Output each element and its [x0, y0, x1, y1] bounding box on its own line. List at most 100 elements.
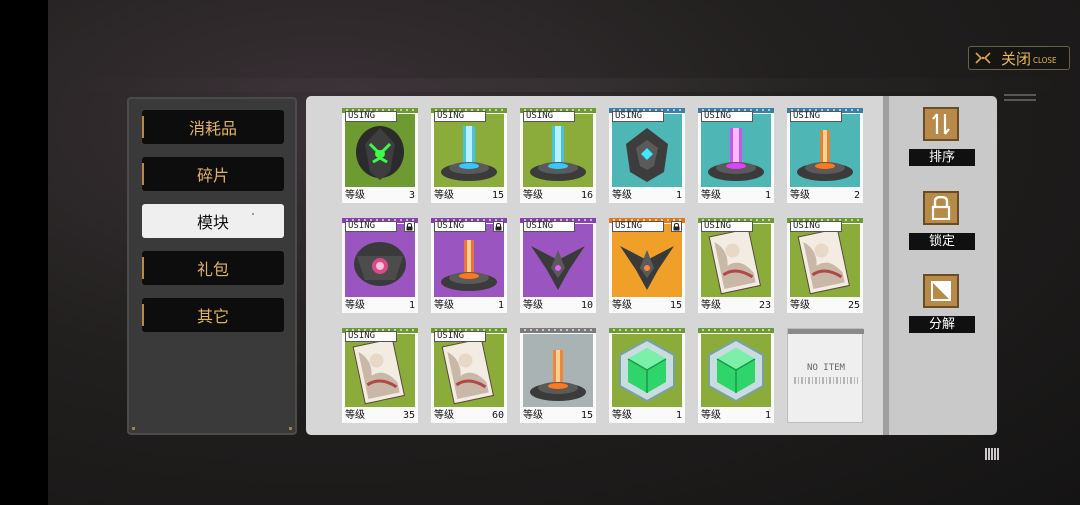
rarity-strip: [698, 328, 774, 333]
using-tag: USING: [790, 221, 842, 232]
decompose-icon: [923, 274, 959, 308]
item-card[interactable]: USING 等级 1: [698, 108, 774, 203]
level-value: 35: [402, 410, 415, 421]
category-panel: 消耗品 碎片 模块 礼包 其它: [127, 97, 297, 435]
item-card[interactable]: 等级 1: [609, 328, 685, 423]
category-label: 消耗品: [188, 119, 237, 138]
item-card[interactable]: USING 等级 1: [342, 218, 418, 313]
lock-icon: [404, 221, 415, 232]
level-label: 等级: [612, 300, 632, 311]
using-tag: USING: [434, 221, 486, 232]
level-value: 1: [675, 190, 682, 201]
item-card[interactable]: USING 等级 23: [698, 218, 774, 313]
level-label: 等级: [523, 410, 543, 421]
no-item-label: NO ITEM: [807, 363, 845, 373]
item-card[interactable]: 等级 1: [698, 328, 774, 423]
cyan-core-module-image: [612, 114, 682, 187]
category-modules[interactable]: 模块: [142, 204, 284, 238]
using-tag: USING: [434, 111, 486, 122]
using-tag: USING: [612, 111, 664, 122]
orange-beam-pedestal-image: [790, 114, 860, 187]
using-tag: USING: [701, 221, 753, 232]
category-fragments[interactable]: 碎片: [142, 157, 284, 191]
level-label: 等级: [701, 190, 721, 201]
character-card-image: [790, 224, 860, 297]
lock-label: 锁定: [909, 233, 975, 250]
orange-beam-pedestal-image: [434, 224, 504, 297]
level-label: 等级: [701, 410, 721, 421]
item-card[interactable]: USING 等级 2: [787, 108, 863, 203]
slot-top-strip: [788, 329, 864, 334]
sort-label: 排序: [909, 149, 975, 166]
grid-view-icon[interactable]: [985, 448, 999, 460]
orange-beam-pedestal-image: [523, 334, 593, 407]
item-card[interactable]: USING 等级 25: [787, 218, 863, 313]
level-label: 等级: [345, 190, 365, 201]
using-tag: USING: [345, 331, 397, 342]
lock-icon: [923, 191, 959, 225]
using-tag: USING: [701, 111, 753, 122]
level-value: 16: [580, 190, 593, 201]
using-tag: USING: [523, 111, 575, 122]
level-label: 等级: [523, 190, 543, 201]
blue-beam-pedestal-image: [523, 114, 593, 187]
rarity-strip: [520, 328, 596, 333]
close-x-icon: [973, 48, 993, 68]
using-tag: USING: [523, 221, 575, 232]
character-card-image: [701, 224, 771, 297]
category-consumables[interactable]: 消耗品: [142, 110, 284, 144]
corner-dot: [289, 427, 292, 430]
level-value: 15: [491, 190, 504, 201]
item-card[interactable]: USING 等级 16: [520, 108, 596, 203]
item-card[interactable]: USING 等级 3: [342, 108, 418, 203]
left-black-bar: [0, 0, 48, 505]
green-core-module-image: [345, 114, 415, 187]
item-card[interactable]: 等级 15: [520, 328, 596, 423]
level-label: 等级: [790, 300, 810, 311]
using-tag: USING: [790, 111, 842, 122]
selection-dot: [252, 213, 254, 215]
background-streak: [48, 78, 1080, 92]
level-label: 等级: [434, 300, 454, 311]
level-label: 等级: [345, 410, 365, 421]
level-label: 等级: [434, 410, 454, 421]
magenta-beam-pedestal-image: [701, 114, 771, 187]
item-card[interactable]: USING 等级 15: [431, 108, 507, 203]
purple-star-module-image: [523, 224, 593, 297]
using-tag: USING: [434, 331, 486, 342]
level-value: 1: [764, 190, 771, 201]
lock-icon: [493, 221, 504, 232]
corner-dot: [132, 427, 135, 430]
blue-beam-pedestal-image: [434, 114, 504, 187]
using-tag: USING: [345, 111, 397, 122]
level-label: 等级: [790, 190, 810, 201]
close-button[interactable]: 关闭 CLOSE: [968, 46, 1070, 70]
level-value: 23: [758, 300, 771, 311]
item-card[interactable]: USING 等级 1: [609, 108, 685, 203]
using-tag: USING: [612, 221, 664, 232]
level-label: 等级: [434, 190, 454, 201]
category-label: 礼包: [196, 260, 229, 279]
rarity-strip: [609, 328, 685, 333]
green-crystal-image: [612, 334, 682, 407]
level-label: 等级: [612, 190, 632, 201]
category-label: 碎片: [196, 166, 229, 185]
level-label: 等级: [612, 410, 632, 421]
action-side-panel: [889, 96, 997, 435]
category-gift-packs[interactable]: 礼包: [142, 251, 284, 285]
level-label: 等级: [523, 300, 543, 311]
item-card[interactable]: USING 等级 15: [609, 218, 685, 313]
item-card[interactable]: USING 等级 60: [431, 328, 507, 423]
category-label: 其它: [196, 307, 229, 326]
level-value: 15: [669, 300, 682, 311]
level-value: 15: [580, 410, 593, 421]
character-card-image: [345, 334, 415, 407]
item-card[interactable]: USING 等级 1: [431, 218, 507, 313]
item-card[interactable]: USING 等级 10: [520, 218, 596, 313]
level-value: 25: [847, 300, 860, 311]
level-value: 2: [853, 190, 860, 201]
item-card[interactable]: USING 等级 35: [342, 328, 418, 423]
level-value: 1: [675, 410, 682, 421]
barcode-decoration: [794, 377, 858, 384]
category-others[interactable]: 其它: [142, 298, 284, 332]
